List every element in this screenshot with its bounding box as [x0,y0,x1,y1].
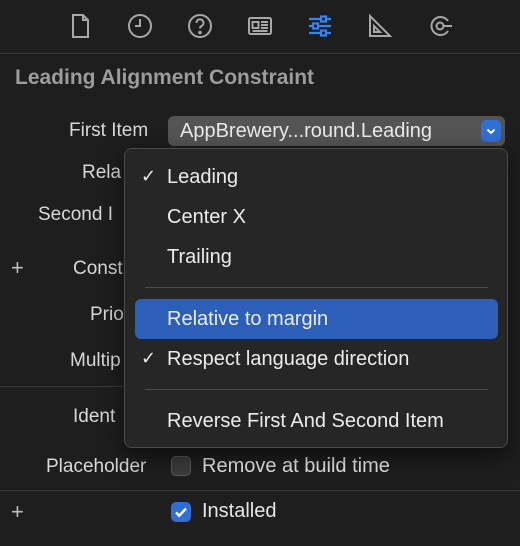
priority-label: Prio [90,304,124,325]
divider [0,490,520,491]
menu-item-label: Reverse First And Second Item [167,410,444,432]
menu-separator [145,389,488,390]
first-item-value: AppBrewery...round.Leading [180,120,433,142]
quick-help-icon[interactable] [184,10,216,42]
installed-checkbox[interactable] [171,502,191,522]
menu-item-respect-language-direction[interactable]: ✓ Respect language direction [135,339,498,379]
identity-inspector-icon[interactable] [244,10,276,42]
menu-item-relative-to-margin[interactable]: Relative to margin [135,299,498,339]
chevron-down-icon[interactable] [481,120,501,142]
connections-inspector-icon[interactable] [424,10,456,42]
first-item-dropdown-menu: ✓ Leading Center X Trailing Relative to … [124,148,508,448]
checkmark-icon: ✓ [141,348,157,368]
menu-item-label: Relative to margin [167,308,329,330]
second-item-label: Second I [38,204,113,225]
history-inspector-icon[interactable] [124,10,156,42]
installed-label: Installed [202,500,277,522]
constant-add-variation-button[interactable]: + [11,257,24,279]
menu-item-label: Leading [167,166,239,188]
file-inspector-icon[interactable] [64,10,96,42]
multiplier-label: Multip [70,350,121,371]
inspector-toolbar [0,0,520,54]
relation-label: Rela [82,162,122,183]
size-inspector-icon[interactable] [364,10,396,42]
checkmark-icon: ✓ [141,166,157,186]
installed-add-variation-button[interactable]: + [11,501,24,523]
menu-item-reverse-first-and-second-item[interactable]: Reverse First And Second Item [135,401,498,441]
menu-separator [145,287,488,288]
first-item-label: First Item [69,120,149,141]
first-item-popup[interactable]: AppBrewery...round.Leading [168,116,505,146]
remove-at-build-time-label: Remove at build time [202,455,390,477]
menu-item-leading[interactable]: ✓ Leading [135,157,498,197]
menu-item-center-x[interactable]: Center X [135,197,498,237]
attributes-inspector-icon[interactable] [304,10,336,42]
section-title: Leading Alignment Constraint [15,66,315,89]
menu-item-trailing[interactable]: Trailing [135,237,498,277]
menu-item-label: Center X [167,206,246,228]
placeholder-label: Placeholder [46,456,147,477]
remove-at-build-time-checkbox[interactable] [171,456,191,476]
menu-item-label: Respect language direction [167,348,410,370]
identifier-label: Ident [73,406,116,427]
menu-item-label: Trailing [167,246,232,268]
constant-label: Const [73,258,123,279]
